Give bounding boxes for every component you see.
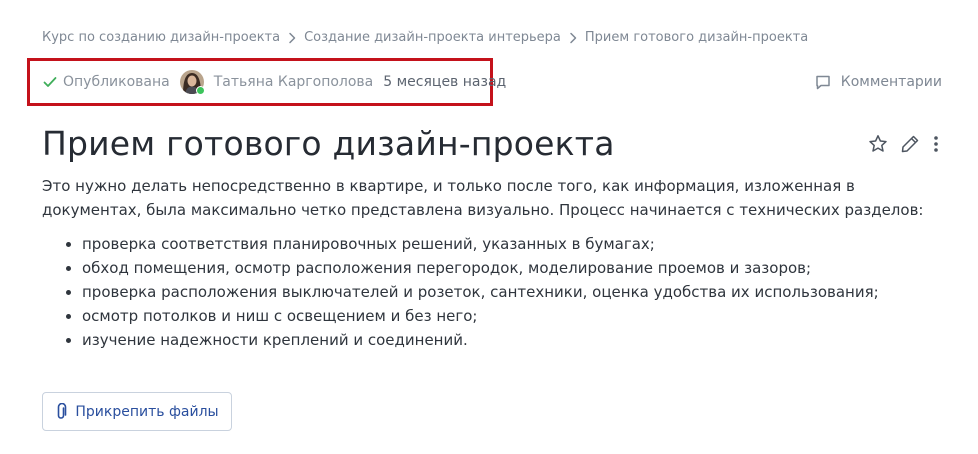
comments-label: Комментарии [840, 74, 942, 90]
article-meta: Опубликована Татьяна Каргополова 5 месяц… [27, 58, 506, 106]
title-actions [868, 134, 940, 154]
pencil-icon[interactable] [900, 134, 920, 154]
list-item: осмотр потолков и ниш с освещением и без… [82, 304, 952, 328]
online-indicator [195, 86, 205, 95]
list-item: обход помещения, осмотр расположения пер… [82, 256, 952, 280]
page-title: Прием готового дизайн-проекта [42, 124, 615, 163]
chevron-right-icon [288, 32, 296, 44]
author-name[interactable]: Татьяна Каргополова [214, 74, 374, 90]
publish-time: 5 месяцев назад [383, 74, 507, 90]
list-item: проверка расположения выключателей и роз… [82, 280, 952, 304]
breadcrumb-item-course[interactable]: Курс по созданию дизайн-проекта [42, 30, 280, 45]
attach-files-button[interactable]: Прикрепить файлы [42, 392, 232, 431]
check-icon [43, 76, 57, 88]
comments-button[interactable]: Комментарии [815, 74, 942, 90]
bullet-list: проверка соответствия планировочных реше… [42, 232, 952, 352]
breadcrumb-item-section[interactable]: Создание дизайн-проекта интерьера [304, 30, 561, 45]
chevron-right-icon [569, 32, 577, 44]
comment-icon [815, 75, 831, 90]
attach-files-label: Прикрепить файлы [75, 403, 219, 420]
paperclip-icon [55, 402, 67, 421]
list-item: проверка соответствия планировочных реше… [82, 232, 952, 256]
article-body: Это нужно делать непосредственно в кварт… [42, 174, 952, 352]
star-icon[interactable] [868, 134, 888, 154]
intro-paragraph: Это нужно делать непосредственно в кварт… [42, 177, 924, 219]
breadcrumb-item-current[interactable]: Прием готового дизайн-проекта [585, 30, 808, 45]
breadcrumb: Курс по созданию дизайн-проекта Создание… [42, 30, 808, 45]
status-label: Опубликована [63, 74, 170, 90]
more-vertical-icon[interactable] [932, 134, 940, 154]
avatar[interactable] [179, 70, 205, 95]
list-item: изучение надежности креплений и соединен… [82, 328, 952, 352]
